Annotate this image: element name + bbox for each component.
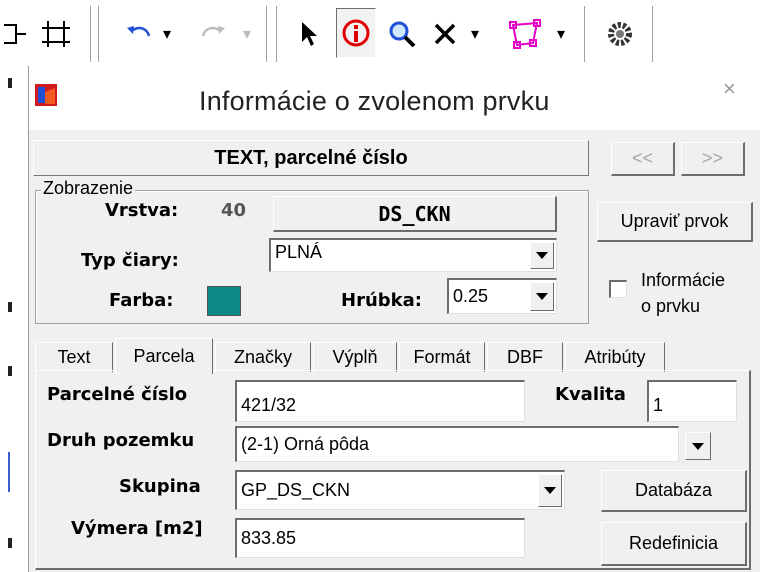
toolbar-separator	[276, 6, 278, 62]
map-mark	[8, 78, 12, 88]
group-value: GP_DS_CKN	[241, 480, 351, 500]
group-dropdown-button[interactable]	[538, 474, 562, 507]
polygon-dropdown-icon[interactable]: ▾	[552, 12, 570, 56]
next-button[interactable]: >>	[681, 142, 745, 176]
delete-dropdown-icon[interactable]: ▾	[466, 12, 484, 56]
dialog-title: Informácie o zvolenom prvku	[199, 86, 550, 116]
toolbar: ▾ ▾ ▾ ▾	[0, 0, 760, 66]
redefine-button[interactable]: Redefinicia	[601, 522, 747, 566]
element-type-text: TEXT, parcelné číslo	[214, 146, 408, 169]
land-type-label: Druh pozemku	[47, 430, 195, 451]
toolbar-separator	[98, 6, 100, 62]
split-tool-icon[interactable]	[0, 12, 30, 56]
feature-info-dialog: Informácie o zvolenom prvku × TEXT, parc…	[28, 66, 760, 572]
tab-znacky[interactable]: Značky	[215, 342, 311, 372]
delete-dropdown: ▾	[470, 26, 480, 43]
area-label: Výmera [m2]	[71, 518, 203, 539]
map-canvas-edge	[0, 66, 28, 572]
close-icon[interactable]: ×	[723, 76, 736, 102]
layer-number: 40	[221, 200, 247, 221]
color-label: Farba:	[109, 290, 174, 311]
element-type-header: TEXT, parcelné číslo	[33, 140, 589, 176]
undo-icon[interactable]	[122, 12, 156, 56]
map-line	[8, 452, 10, 492]
land-type-select[interactable]: (2-1) Orná pôda	[235, 426, 679, 462]
settings-gear-icon[interactable]	[600, 12, 640, 56]
thickness-value: 0.25	[453, 286, 489, 306]
toolbar-separator	[266, 6, 268, 62]
thickness-label: Hrúbka:	[341, 290, 422, 311]
display-group-legend: Zobrazenie	[41, 178, 136, 199]
tab-strip: Text Parcela Značky Výplň Formát DBF Atr…	[29, 338, 760, 374]
color-swatch[interactable]	[207, 286, 241, 316]
toolbar-separator	[584, 6, 586, 62]
map-mark	[8, 538, 12, 548]
app-icon	[35, 84, 57, 106]
feature-info-checkbox-label: o prvku	[641, 296, 701, 316]
toolbar-separator	[90, 6, 92, 62]
line-type-dropdown-button[interactable]	[530, 242, 554, 269]
delete-icon[interactable]	[428, 12, 462, 56]
feature-info-checkbox-label: Informácie	[641, 270, 726, 290]
zoom-icon[interactable]	[384, 12, 420, 56]
line-type-select[interactable]: PLNÁ	[269, 238, 557, 272]
info-tool-icon[interactable]	[336, 8, 376, 58]
area-input[interactable]: 833.85	[235, 518, 525, 558]
layer-name-button[interactable]: DS_CKN	[273, 196, 557, 232]
thickness-select[interactable]: 0.25	[447, 278, 557, 314]
line-type-label: Typ čiary:	[81, 250, 179, 271]
line-type-value: PLNÁ	[275, 242, 323, 262]
map-mark	[8, 366, 12, 376]
undo-dropdown: ▾	[162, 26, 172, 43]
polygon-tool-icon[interactable]	[506, 12, 546, 56]
chevron-down-icon	[536, 293, 548, 300]
grid-tool-icon[interactable]	[36, 12, 76, 56]
database-button[interactable]: Databáza	[601, 470, 747, 512]
thickness-dropdown-button[interactable]	[530, 282, 554, 311]
group-select[interactable]: GP_DS_CKN	[235, 470, 565, 510]
quality-input[interactable]: 1	[647, 380, 737, 422]
quality-label: Kvalita	[555, 384, 626, 405]
pointer-icon[interactable]	[292, 12, 326, 56]
edit-feature-button[interactable]: Upraviť prvok	[597, 202, 753, 242]
tab-text[interactable]: Text	[35, 342, 113, 372]
land-type-dropdown-button[interactable]	[685, 432, 711, 460]
previous-button[interactable]: <<	[611, 142, 675, 176]
parcel-number-label: Parcelné číslo	[47, 384, 188, 405]
tab-format[interactable]: Formát	[399, 342, 485, 372]
dialog-titlebar[interactable]: Informácie o zvolenom prvku ×	[29, 66, 760, 130]
tab-dbf[interactable]: DBF	[487, 342, 563, 372]
parcel-number-input[interactable]: 421/32	[235, 380, 525, 422]
group-label: Skupina	[119, 476, 201, 497]
toolbar-separator	[652, 6, 654, 62]
map-mark	[8, 302, 12, 312]
tab-parcela[interactable]: Parcela	[115, 338, 213, 374]
tab-atributy[interactable]: Atribúty	[565, 342, 665, 372]
undo-dropdown-icon[interactable]: ▾	[158, 12, 176, 56]
redo-dropdown-icon[interactable]: ▾	[238, 12, 256, 56]
tab-vypln[interactable]: Výplň	[313, 342, 397, 372]
feature-info-checkbox[interactable]	[609, 280, 627, 298]
redo-dropdown: ▾	[242, 26, 252, 43]
polygon-dropdown: ▾	[556, 26, 566, 43]
chevron-down-icon	[536, 252, 548, 259]
chevron-down-icon	[692, 442, 704, 450]
redo-icon[interactable]	[196, 12, 230, 56]
chevron-down-icon	[544, 487, 556, 494]
layer-label: Vrstva:	[105, 200, 179, 221]
